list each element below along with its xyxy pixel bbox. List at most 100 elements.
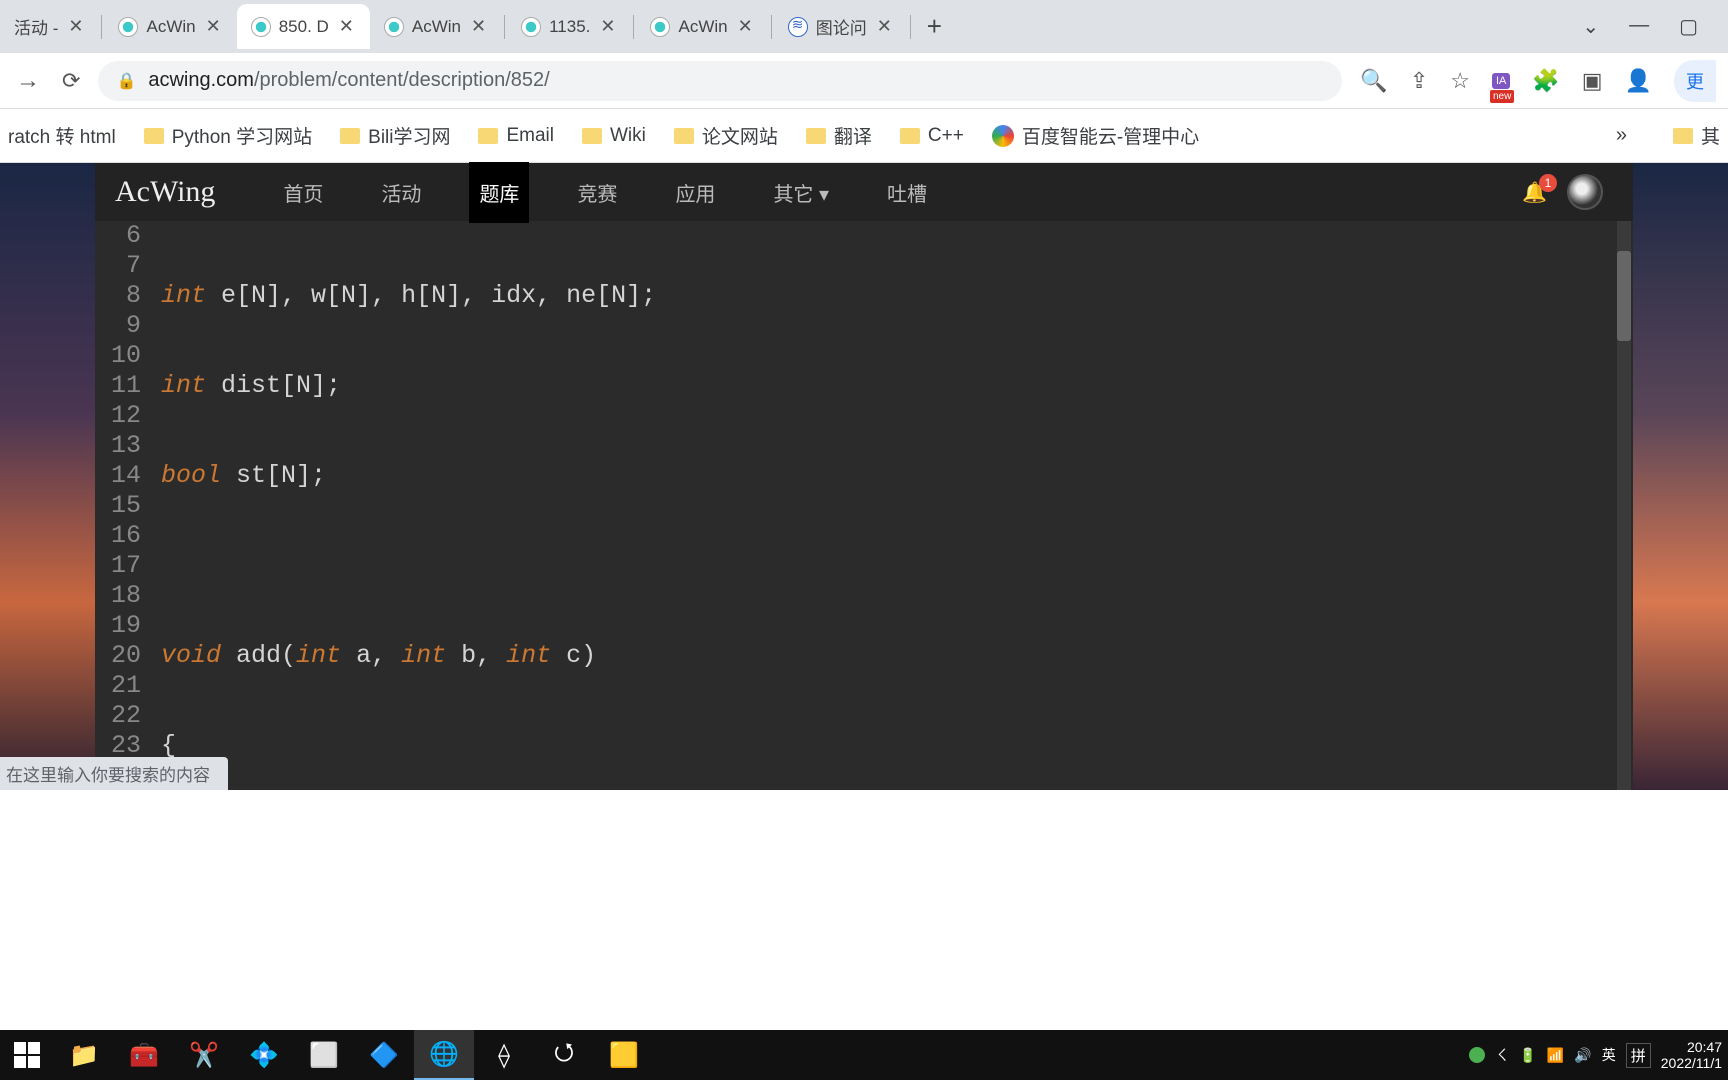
folder-icon (144, 128, 164, 144)
close-icon[interactable]: ✕ (337, 14, 356, 39)
reload-icon[interactable]: ⟳ (62, 68, 80, 94)
sidepanel-icon[interactable]: ▣ (1582, 68, 1603, 94)
taskbar-explorer-icon[interactable]: 📁 (54, 1030, 114, 1080)
acwing-icon (384, 17, 404, 37)
bookmark-translate[interactable]: 翻译 (806, 122, 872, 149)
tab-4[interactable]: 1135. ✕ (507, 4, 631, 49)
bookmark-other[interactable]: 其 (1673, 122, 1720, 149)
battery-icon[interactable]: 🔋 (1519, 1047, 1536, 1064)
folder-icon (478, 128, 498, 144)
bookmark-email[interactable]: Email (478, 125, 554, 147)
lock-icon: 🔒 (116, 71, 136, 91)
bookmark-papers[interactable]: 论文网站 (674, 122, 778, 149)
bookmark-overflow[interactable]: » (1616, 124, 1627, 147)
share-icon[interactable]: ⇪ (1410, 68, 1428, 94)
bookmark-python[interactable]: Python 学习网站 (144, 122, 312, 149)
nav-problems[interactable]: 题库 (469, 162, 529, 223)
taskbar-snip-icon[interactable]: ✂️ (174, 1030, 234, 1080)
tab-separator (633, 15, 634, 39)
tab-3[interactable]: AcWin ✕ (370, 4, 502, 49)
nav-apps[interactable]: 应用 (665, 162, 725, 223)
ime-mode[interactable]: 拼 (1626, 1043, 1651, 1068)
taskbar-app3-icon[interactable]: 🟨 (594, 1030, 654, 1080)
extensions-icon[interactable]: 🧩 (1532, 68, 1559, 94)
wifi-icon[interactable]: 📶 (1547, 1047, 1564, 1064)
tab-0[interactable]: 活动 - ✕ (0, 4, 99, 49)
maximize-icon[interactable]: ▢ (1679, 14, 1698, 39)
close-icon[interactable]: ✕ (875, 14, 894, 39)
tray-overflow-icon[interactable]: ㄑ (1495, 1045, 1509, 1065)
bookmark-bili[interactable]: Bili学习网 (340, 122, 450, 149)
extension-badge[interactable]: IA (1492, 73, 1510, 89)
bookmark-scratch[interactable]: ratch 转 html (8, 122, 116, 149)
taskbar: 📁 🧰 ✂️ 💠 ⬜ 🔷 🌐 ⟠ ⭯ 🟨 ㄑ 🔋 📶 🔊 英 拼 20:4720… (0, 1030, 1728, 1080)
folder-icon (674, 128, 694, 144)
folder-icon (900, 128, 920, 144)
close-icon[interactable]: ✕ (66, 14, 85, 39)
bookmark-wiki[interactable]: Wiki (582, 125, 646, 147)
close-icon[interactable]: ✕ (204, 14, 223, 39)
taskbar-obsidian-icon[interactable]: 🔷 (354, 1030, 414, 1080)
start-button[interactable] (14, 1042, 40, 1068)
notification-badge: 1 (1539, 174, 1557, 192)
bookmark-star-icon[interactable]: ☆ (1450, 68, 1470, 94)
nav-home[interactable]: 首页 (273, 162, 333, 223)
nav-contest[interactable]: 竞赛 (567, 162, 627, 223)
tab-label: 图论问 (816, 14, 867, 39)
taskbar-dev-icon[interactable]: ⟠ (474, 1030, 534, 1080)
tab-2-active[interactable]: 850. D ✕ (237, 4, 370, 49)
code-editor[interactable]: 678 91011 121314 151617 181920 212223 24… (95, 221, 1633, 790)
tab-separator (504, 15, 505, 39)
tab-5[interactable]: AcWin✕ (636, 4, 768, 49)
tab-label: AcWin (412, 17, 461, 37)
zoom-icon[interactable]: 🔍 (1360, 68, 1387, 94)
content-column: AcWing 首页 活动 题库 竞赛 应用 其它 ▾ 吐槽 🔔1 678 910… (95, 163, 1633, 790)
nav-feedback[interactable]: 吐槽 (877, 162, 937, 223)
nav-other[interactable]: 其它 ▾ (763, 162, 839, 223)
close-icon[interactable]: ✕ (598, 14, 617, 39)
avatar[interactable] (1567, 174, 1603, 210)
taskbar-vscode-icon[interactable]: 💠 (234, 1030, 294, 1080)
graph-icon (788, 17, 808, 37)
search-hint[interactable]: 在这里输入你要搜索的内容 (0, 757, 228, 790)
minimize-icon[interactable]: — (1629, 14, 1649, 39)
tab-separator (910, 15, 911, 39)
tab-1[interactable]: AcWin✕ (104, 4, 236, 49)
tab-label: 1135. (549, 17, 590, 37)
tab-dropdown-icon[interactable]: ⌄ (1582, 14, 1599, 39)
bell-icon[interactable]: 🔔1 (1522, 180, 1547, 205)
taskbar-app2-icon[interactable]: ⬜ (294, 1030, 354, 1080)
address-actions: 🔍 ⇪ ☆ IA 🧩 ▣ 👤 更 (1360, 60, 1716, 102)
address-bar: → ⟳ 🔒 acwing.com/problem/content/descrip… (0, 53, 1728, 109)
acwing-icon (251, 17, 271, 37)
bookmark-cpp[interactable]: C++ (900, 125, 964, 147)
clock[interactable]: 20:472022/11/1 (1661, 1039, 1722, 1071)
tab-label: 850. D (279, 17, 329, 37)
scrollbar-thumb[interactable] (1617, 251, 1631, 341)
url-input[interactable]: 🔒 acwing.com/problem/content/description… (98, 61, 1342, 101)
taskbar-app-icon[interactable]: 🧰 (114, 1030, 174, 1080)
url-domain: acwing.com (148, 69, 254, 91)
profile-icon[interactable]: 👤 (1625, 68, 1652, 94)
nav-activity[interactable]: 活动 (371, 162, 431, 223)
acwing-logo[interactable]: AcWing (95, 175, 235, 209)
tab-6[interactable]: 图论问 ✕ (774, 4, 908, 49)
bookmark-baidu-cloud[interactable]: 百度智能云-管理中心 (992, 122, 1199, 149)
code-body[interactable]: int e[N], w[N], h[N], idx, ne[N]; int di… (155, 221, 1633, 790)
status-dot-icon[interactable] (1469, 1047, 1485, 1063)
cloud-icon (992, 125, 1014, 147)
ime-lang[interactable]: 英 (1602, 1045, 1616, 1065)
wallpaper-left (0, 163, 95, 790)
taskbar-chrome-icon[interactable]: 🌐 (414, 1030, 474, 1080)
close-icon[interactable]: ✕ (469, 14, 488, 39)
close-icon[interactable]: ✕ (736, 14, 755, 39)
volume-icon[interactable]: 🔊 (1574, 1047, 1591, 1064)
forward-icon[interactable]: → (12, 63, 44, 99)
taskbar-terminal-icon[interactable]: ⭯ (534, 1030, 594, 1080)
tab-separator (771, 15, 772, 39)
folder-icon (806, 128, 826, 144)
url-path: /problem/content/description/852/ (254, 69, 550, 91)
new-tab-button[interactable]: + (913, 11, 956, 42)
acwing-icon (521, 17, 541, 37)
update-button[interactable]: 更 (1674, 60, 1716, 102)
